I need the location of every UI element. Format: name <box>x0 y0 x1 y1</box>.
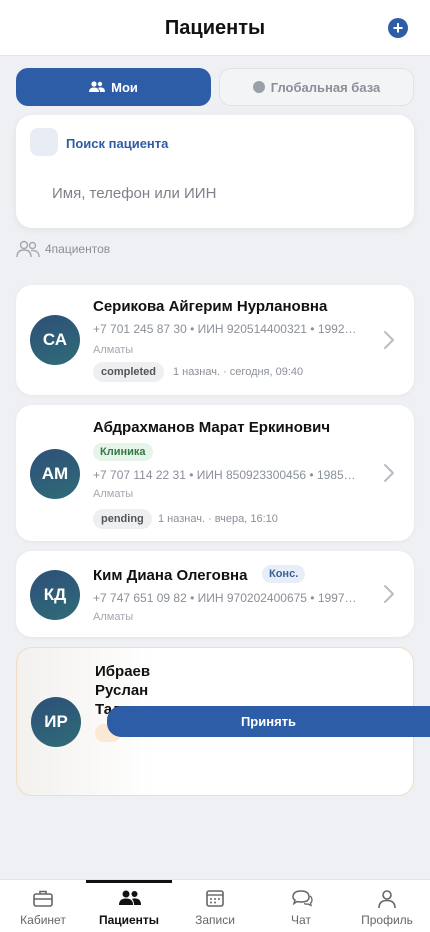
search-card: Поиск пациента <box>16 115 414 228</box>
add-patient-button[interactable]: + <box>388 18 408 38</box>
status-badge: completed <box>93 362 165 382</box>
chat-bubble-icon <box>292 890 313 907</box>
status-badge: pending <box>93 509 152 529</box>
patient-meta: +7 701 245 87 30 • ИИН 920514400321 • 19… <box>93 322 359 336</box>
people-outline-icon <box>16 240 40 258</box>
search-icon <box>30 128 58 156</box>
avatar: АМ <box>30 449 80 499</box>
patient-card[interactable]: АМ Абдрахманов Марат Еркинович Клиника +… <box>16 405 414 541</box>
plus-icon: + <box>392 18 404 38</box>
patient-meta: +7 747 651 09 82 • ИИН 970202400675 • 19… <box>93 591 359 605</box>
profile-icon <box>378 890 396 909</box>
appointment-info: 1 назнач. · сегодня, 09:40 <box>173 366 304 378</box>
tab-label: Кабинет <box>20 913 66 927</box>
tab-label: Чат <box>291 913 311 927</box>
chevron-right-icon <box>384 331 394 349</box>
segment-mine[interactable]: Мои <box>16 68 211 106</box>
tab-chat[interactable]: Чат <box>258 880 344 932</box>
app-header: Пациенты + <box>0 0 430 56</box>
segment-global[interactable]: Глобальная база <box>219 68 414 106</box>
patient-card[interactable]: КД Ким Диана Олеговна Конс. +7 747 651 0… <box>16 551 414 637</box>
patient-name: Серикова Айгерим Нурлановна <box>93 298 328 315</box>
patient-card[interactable]: СА Серикова Айгерим Нурлановна +7 701 24… <box>16 285 414 395</box>
search-label: Поиск пациента <box>66 136 169 151</box>
tab-patients[interactable]: Пациенты <box>86 880 172 932</box>
segment-mine-label: Мои <box>111 79 138 95</box>
users-icon <box>89 81 106 92</box>
avatar: СА <box>30 315 80 365</box>
tab-label: Записи <box>195 913 235 927</box>
patient-city: Алматы <box>93 611 134 623</box>
patient-name: Ким Диана Олеговна <box>93 567 248 584</box>
patient-count-text: 4пациентов <box>45 242 111 256</box>
appointment-info: 1 назнач. · вчера, 16:10 <box>158 513 278 525</box>
tab-label: Пациенты <box>98 913 160 927</box>
avatar: КД <box>30 570 80 620</box>
consultation-tag: Конс. <box>262 565 306 583</box>
clinic-tag: Клиника <box>93 443 153 461</box>
chevron-right-icon <box>384 585 394 603</box>
patient-city: Алматы <box>93 488 134 500</box>
chevron-right-icon <box>384 464 394 482</box>
calendar-icon <box>206 890 224 907</box>
patient-count: 4пациентов <box>16 239 110 259</box>
tab-label: Профиль <box>361 913 413 927</box>
search-input[interactable] <box>52 181 392 205</box>
bottom-tab-bar: Кабинет Пациенты Записи Чат Профиль <box>0 879 430 932</box>
segment-global-label: Глобальная база <box>270 79 381 95</box>
patient-city: Алматы <box>93 344 134 356</box>
tab-cabinet[interactable]: Кабинет <box>0 880 86 932</box>
tab-profile[interactable]: Профиль <box>344 880 430 932</box>
users-icon <box>119 890 141 905</box>
globe-icon <box>252 81 265 93</box>
avatar: ИР <box>31 697 81 747</box>
patient-name: Абдрахманов Марат Еркинович <box>93 419 331 436</box>
page-title: Пациенты <box>164 17 266 39</box>
briefcase-icon <box>33 890 53 907</box>
tab-appointments[interactable]: Записи <box>172 880 258 932</box>
accept-button[interactable]: Принять <box>107 706 430 737</box>
patient-meta: +7 707 114 22 31 • ИИН 850923300456 • 19… <box>93 468 359 482</box>
